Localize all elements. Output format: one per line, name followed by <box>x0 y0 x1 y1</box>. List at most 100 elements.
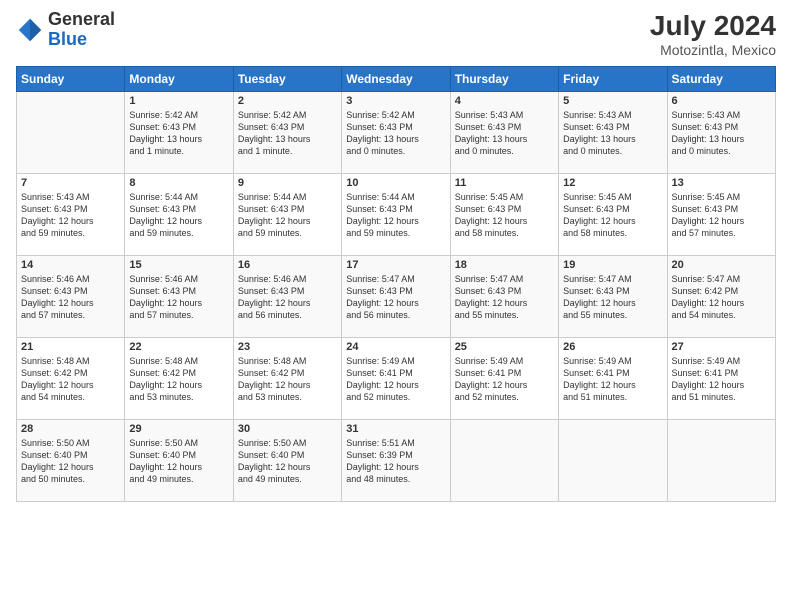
location: Motozintla, Mexico <box>650 42 776 58</box>
calendar-cell: 10Sunrise: 5:44 AMSunset: 6:43 PMDayligh… <box>342 174 450 256</box>
day-number: 29 <box>129 423 228 435</box>
calendar-cell: 14Sunrise: 5:46 AMSunset: 6:43 PMDayligh… <box>17 256 125 338</box>
calendar-cell: 24 Sunrise: 5:49 AMSunset: 6:41 PMDayligh… <box>342 338 450 420</box>
calendar-cell: 20Sunrise: 5:47 AMSunset: 6:42 PMDayligh… <box>667 256 775 338</box>
cell-info: Sunrise: 5:45 AMSunset: 6:43 PMDaylight:… <box>672 191 771 240</box>
month-year: July 2024 <box>650 10 776 42</box>
cell-info: Sunrise: 5:43 AMSunset: 6:43 PMDaylight:… <box>455 109 554 158</box>
day-number: 16 <box>238 259 337 271</box>
calendar-cell: 12Sunrise: 5:45 AMSunset: 6:43 PMDayligh… <box>559 174 667 256</box>
day-number: 26 <box>563 341 662 353</box>
day-number: 31 <box>346 423 445 435</box>
day-number: 9 <box>238 177 337 189</box>
cell-info: Sunrise: 5:46 AMSunset: 6:43 PMDaylight:… <box>129 273 228 322</box>
day-number: 3 <box>346 95 445 107</box>
calendar-week-4: 21 Sunrise: 5:48 AMSunset: 6:42 PMDayligh… <box>17 338 776 420</box>
cell-info: Sunrise: 5:46 AMSunset: 6:43 PMDaylight:… <box>238 273 337 322</box>
calendar-week-1: 1 Sunrise: 5:42 AMSunset: 6:43 PMDaylight… <box>17 92 776 174</box>
day-number: 24 <box>346 341 445 353</box>
calendar-cell: 28Sunrise: 5:50 AMSunset: 6:40 PMDayligh… <box>17 420 125 502</box>
calendar-cell: 8 Sunrise: 5:44 AMSunset: 6:43 PMDaylight… <box>125 174 233 256</box>
cell-info: Sunrise: 5:51 AMSunset: 6:39 PMDaylight:… <box>346 437 445 486</box>
calendar-cell: 11 Sunrise: 5:45 AMSunset: 6:43 PMDayligh… <box>450 174 558 256</box>
calendar-cell <box>450 420 558 502</box>
day-number: 8 <box>129 177 228 189</box>
cell-info: Sunrise: 5:46 AMSunset: 6:43 PMDaylight:… <box>21 273 120 322</box>
page-container: General Blue July 2024 Motozintla, Mexic… <box>0 0 792 512</box>
generalblue-logo-icon <box>16 16 44 44</box>
day-number: 4 <box>455 95 554 107</box>
day-number: 6 <box>672 95 771 107</box>
day-number: 12 <box>563 177 662 189</box>
calendar-cell: 9 Sunrise: 5:44 AMSunset: 6:43 PMDaylight… <box>233 174 341 256</box>
day-number: 7 <box>21 177 120 189</box>
logo: General Blue <box>16 10 115 50</box>
cell-info: Sunrise: 5:48 AMSunset: 6:42 PMDaylight:… <box>21 355 120 404</box>
calendar-cell: 18 Sunrise: 5:47 AMSunset: 6:43 PMDayligh… <box>450 256 558 338</box>
calendar-cell: 29 Sunrise: 5:50 AMSunset: 6:40 PMDayligh… <box>125 420 233 502</box>
day-number: 25 <box>455 341 554 353</box>
day-number: 22 <box>129 341 228 353</box>
cell-info: Sunrise: 5:49 AMSunset: 6:41 PMDaylight:… <box>346 355 445 404</box>
cell-info: Sunrise: 5:50 AMSunset: 6:40 PMDaylight:… <box>238 437 337 486</box>
col-saturday: Saturday <box>667 67 775 92</box>
day-number: 13 <box>672 177 771 189</box>
calendar-table: Sunday Monday Tuesday Wednesday Thursday… <box>16 66 776 502</box>
calendar-week-2: 7 Sunrise: 5:43 AMSunset: 6:43 PMDaylight… <box>17 174 776 256</box>
calendar-cell: 6 Sunrise: 5:43 AMSunset: 6:43 PMDaylight… <box>667 92 775 174</box>
col-thursday: Thursday <box>450 67 558 92</box>
day-number: 21 <box>21 341 120 353</box>
logo-blue: Blue <box>48 29 87 49</box>
cell-info: Sunrise: 5:42 AMSunset: 6:43 PMDaylight:… <box>238 109 337 158</box>
day-number: 15 <box>129 259 228 271</box>
calendar-week-3: 14Sunrise: 5:46 AMSunset: 6:43 PMDayligh… <box>17 256 776 338</box>
calendar-cell <box>17 92 125 174</box>
cell-info: Sunrise: 5:49 AMSunset: 6:41 PMDaylight:… <box>672 355 771 404</box>
calendar-cell: 15 Sunrise: 5:46 AMSunset: 6:43 PMDayligh… <box>125 256 233 338</box>
calendar-header: Sunday Monday Tuesday Wednesday Thursday… <box>17 67 776 92</box>
cell-info: Sunrise: 5:47 AMSunset: 6:43 PMDaylight:… <box>455 273 554 322</box>
cell-info: Sunrise: 5:45 AMSunset: 6:43 PMDaylight:… <box>455 191 554 240</box>
calendar-cell <box>559 420 667 502</box>
day-number: 27 <box>672 341 771 353</box>
calendar-cell <box>667 420 775 502</box>
day-number: 23 <box>238 341 337 353</box>
day-number: 18 <box>455 259 554 271</box>
cell-info: Sunrise: 5:44 AMSunset: 6:43 PMDaylight:… <box>238 191 337 240</box>
day-number: 17 <box>346 259 445 271</box>
day-number: 2 <box>238 95 337 107</box>
day-number: 19 <box>563 259 662 271</box>
day-number: 11 <box>455 177 554 189</box>
cell-info: Sunrise: 5:43 AMSunset: 6:43 PMDaylight:… <box>672 109 771 158</box>
calendar-cell: 13 Sunrise: 5:45 AMSunset: 6:43 PMDayligh… <box>667 174 775 256</box>
cell-info: Sunrise: 5:48 AMSunset: 6:42 PMDaylight:… <box>129 355 228 404</box>
header: General Blue July 2024 Motozintla, Mexic… <box>16 10 776 58</box>
calendar-week-5: 28Sunrise: 5:50 AMSunset: 6:40 PMDayligh… <box>17 420 776 502</box>
calendar-cell: 17 Sunrise: 5:47 AMSunset: 6:43 PMDayligh… <box>342 256 450 338</box>
cell-info: Sunrise: 5:49 AMSunset: 6:41 PMDaylight:… <box>563 355 662 404</box>
cell-info: Sunrise: 5:44 AMSunset: 6:43 PMDaylight:… <box>346 191 445 240</box>
calendar-cell: 25Sunrise: 5:49 AMSunset: 6:41 PMDayligh… <box>450 338 558 420</box>
col-friday: Friday <box>559 67 667 92</box>
calendar-cell: 7 Sunrise: 5:43 AMSunset: 6:43 PMDaylight… <box>17 174 125 256</box>
calendar-body: 1 Sunrise: 5:42 AMSunset: 6:43 PMDaylight… <box>17 92 776 502</box>
day-number: 1 <box>129 95 228 107</box>
day-number: 30 <box>238 423 337 435</box>
logo-general: General <box>48 9 115 29</box>
calendar-cell: 5 Sunrise: 5:43 AMSunset: 6:43 PMDaylight… <box>559 92 667 174</box>
day-number: 5 <box>563 95 662 107</box>
cell-info: Sunrise: 5:44 AMSunset: 6:43 PMDaylight:… <box>129 191 228 240</box>
calendar-cell: 3Sunrise: 5:42 AMSunset: 6:43 PMDaylight… <box>342 92 450 174</box>
title-block: July 2024 Motozintla, Mexico <box>650 10 776 58</box>
logo-text: General Blue <box>48 10 115 50</box>
calendar-cell: 2 Sunrise: 5:42 AMSunset: 6:43 PMDaylight… <box>233 92 341 174</box>
cell-info: Sunrise: 5:47 AMSunset: 6:42 PMDaylight:… <box>672 273 771 322</box>
cell-info: Sunrise: 5:43 AMSunset: 6:43 PMDaylight:… <box>563 109 662 158</box>
cell-info: Sunrise: 5:43 AMSunset: 6:43 PMDaylight:… <box>21 191 120 240</box>
cell-info: Sunrise: 5:50 AMSunset: 6:40 PMDaylight:… <box>21 437 120 486</box>
cell-info: Sunrise: 5:47 AMSunset: 6:43 PMDaylight:… <box>346 273 445 322</box>
col-tuesday: Tuesday <box>233 67 341 92</box>
calendar-cell: 4 Sunrise: 5:43 AMSunset: 6:43 PMDaylight… <box>450 92 558 174</box>
calendar-cell: 27 Sunrise: 5:49 AMSunset: 6:41 PMDayligh… <box>667 338 775 420</box>
cell-info: Sunrise: 5:50 AMSunset: 6:40 PMDaylight:… <box>129 437 228 486</box>
